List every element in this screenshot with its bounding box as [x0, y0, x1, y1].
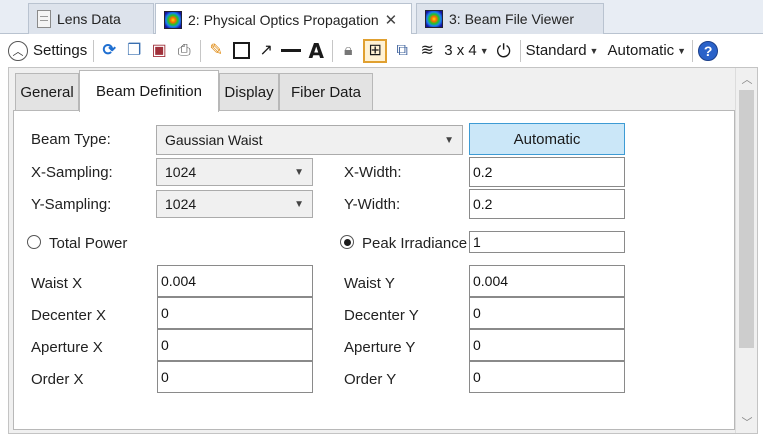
beam-type-value: Gaussian Waist [165, 132, 263, 148]
x-sampling-value: 1024 [165, 164, 197, 180]
beam-definition-form: Beam Type: Gaussian Waist ▼ Automatic X-… [13, 110, 735, 430]
tab-display[interactable]: Display [219, 73, 279, 111]
tab-lens-data[interactable]: Lens Data [28, 3, 154, 34]
standard-dropdown[interactable]: Standard ▼ [526, 39, 599, 63]
toolbar-divider [200, 39, 202, 62]
chevron-down-icon: ▼ [479, 45, 489, 56]
decenter-y-field[interactable] [469, 297, 625, 329]
beam-type-label: Beam Type: [31, 131, 111, 148]
peak-irradiance-radio[interactable] [340, 235, 354, 249]
x-width-field[interactable] [469, 157, 625, 187]
tab-label: Fiber Data [290, 84, 362, 101]
scroll-down-icon[interactable]: ﹀ [736, 411, 758, 433]
chevron-down-icon: ▼ [294, 166, 304, 178]
x-width-label: X-Width: [344, 164, 402, 181]
beam-icon [425, 10, 443, 28]
arrow-icon[interactable]: ↗ [256, 41, 276, 61]
lock-icon[interactable]: 🔒︎ [338, 41, 358, 61]
help-icon[interactable]: ? [698, 40, 719, 61]
toolbar-divider [519, 39, 521, 62]
order-y-label: Order Y [344, 371, 397, 388]
waist-x-label: Waist X [31, 275, 83, 292]
aperture-y-field[interactable] [469, 329, 625, 361]
x-sampling-select[interactable]: 1024 ▼ [156, 158, 313, 186]
toolbar-divider [332, 39, 334, 62]
pencil-icon[interactable]: ✎ [206, 41, 226, 61]
layers-icon[interactable]: ≋ [417, 41, 437, 61]
snap-grid-icon[interactable]: ⊞ [363, 38, 388, 63]
document-icon [37, 10, 51, 28]
line-icon[interactable] [281, 41, 302, 61]
rectangle-icon[interactable] [231, 41, 251, 61]
beam-icon [164, 10, 182, 29]
decenter-x-label: Decenter X [31, 307, 107, 324]
y-sampling-label: Y-Sampling: [31, 196, 112, 213]
toolbar: ︿ Settings ⟳ ❐ ▣ ⎙ ✎ ↗ A 🔒︎ ⊞ ⧉ ≋ 3 x 4 … [0, 34, 763, 67]
toolbar-divider [692, 39, 694, 62]
print-icon[interactable]: ⎙ [174, 41, 194, 61]
peak-irradiance-field[interactable] [469, 231, 625, 253]
layout-label: 3 x 4 [444, 42, 477, 59]
close-tab-icon[interactable]: ✕ [385, 11, 398, 29]
window-icon[interactable]: ⧉ [392, 41, 412, 61]
chevron-down-icon: ▼ [294, 198, 304, 210]
scroll-up-icon[interactable]: ︿ [736, 68, 758, 90]
settings-button[interactable]: ︿ Settings [8, 39, 87, 63]
beam-type-select[interactable]: Gaussian Waist ▼ [156, 125, 463, 155]
chevron-down-icon: ▼ [444, 134, 454, 146]
text-icon[interactable]: A [306, 41, 326, 61]
scroll-thumb[interactable] [739, 90, 754, 348]
tab-label: 2: Physical Optics Propagation [188, 11, 379, 28]
toolbar-divider [93, 39, 95, 62]
chevron-down-icon: ▼ [589, 45, 599, 56]
automatic-label: Automatic [607, 42, 675, 59]
standard-label: Standard [525, 42, 587, 59]
order-x-label: Order X [31, 371, 84, 388]
y-width-field[interactable] [469, 189, 625, 219]
tab-label: 3: Beam File Viewer [449, 11, 575, 27]
settings-label: Settings [33, 42, 88, 59]
total-power-label: Total Power [49, 235, 128, 252]
refresh-icon[interactable]: ⟳ [99, 41, 119, 61]
order-x-field[interactable] [157, 361, 313, 393]
y-width-label: Y-Width: [344, 196, 401, 213]
waist-x-field[interactable] [157, 265, 313, 297]
chevron-down-icon: ︿ [8, 40, 28, 61]
vertical-scrollbar[interactable]: ︿ ﹀ [735, 68, 757, 433]
tab-general[interactable]: General [15, 73, 79, 111]
tab-label: Display [224, 84, 274, 101]
aperture-x-field[interactable] [157, 329, 313, 361]
power-icon[interactable]: ⏻ [494, 41, 514, 61]
y-sampling-select[interactable]: 1024 ▼ [156, 190, 313, 218]
automatic-button[interactable]: Automatic [469, 123, 625, 155]
chevron-down-icon: ▼ [677, 45, 687, 56]
decenter-x-field[interactable] [157, 297, 313, 329]
decenter-y-label: Decenter Y [344, 307, 419, 324]
total-power-radio[interactable] [27, 235, 41, 249]
y-sampling-value: 1024 [165, 196, 197, 212]
save-icon[interactable]: ▣ [149, 41, 169, 61]
tab-label: Lens Data [57, 11, 121, 27]
settings-panel: General Beam Definition Display Fiber Da… [8, 67, 758, 434]
peak-irradiance-label: Peak Irradiance [362, 235, 468, 252]
tab-physical-optics-propagation[interactable]: 2: Physical Optics Propagation ✕ [155, 3, 412, 35]
tab-beam-file-viewer[interactable]: 3: Beam File Viewer [416, 3, 604, 34]
layout-dropdown[interactable]: 3 x 4 ▼ [442, 39, 488, 63]
waist-y-field[interactable] [469, 265, 625, 297]
x-sampling-label: X-Sampling: [31, 164, 113, 181]
tab-fiber-data[interactable]: Fiber Data [279, 73, 373, 111]
aperture-x-label: Aperture X [31, 339, 103, 356]
automatic-dropdown[interactable]: Automatic ▼ [607, 39, 686, 63]
document-tab-strip: Lens Data 2: Physical Optics Propagation… [0, 0, 763, 35]
waist-y-label: Waist Y [344, 275, 395, 292]
tab-label: Beam Definition [96, 83, 202, 100]
order-y-field[interactable] [469, 361, 625, 393]
aperture-y-label: Aperture Y [344, 339, 416, 356]
copy-icon[interactable]: ❐ [124, 41, 144, 61]
tab-beam-definition[interactable]: Beam Definition [79, 70, 219, 112]
tab-label: General [20, 84, 74, 101]
